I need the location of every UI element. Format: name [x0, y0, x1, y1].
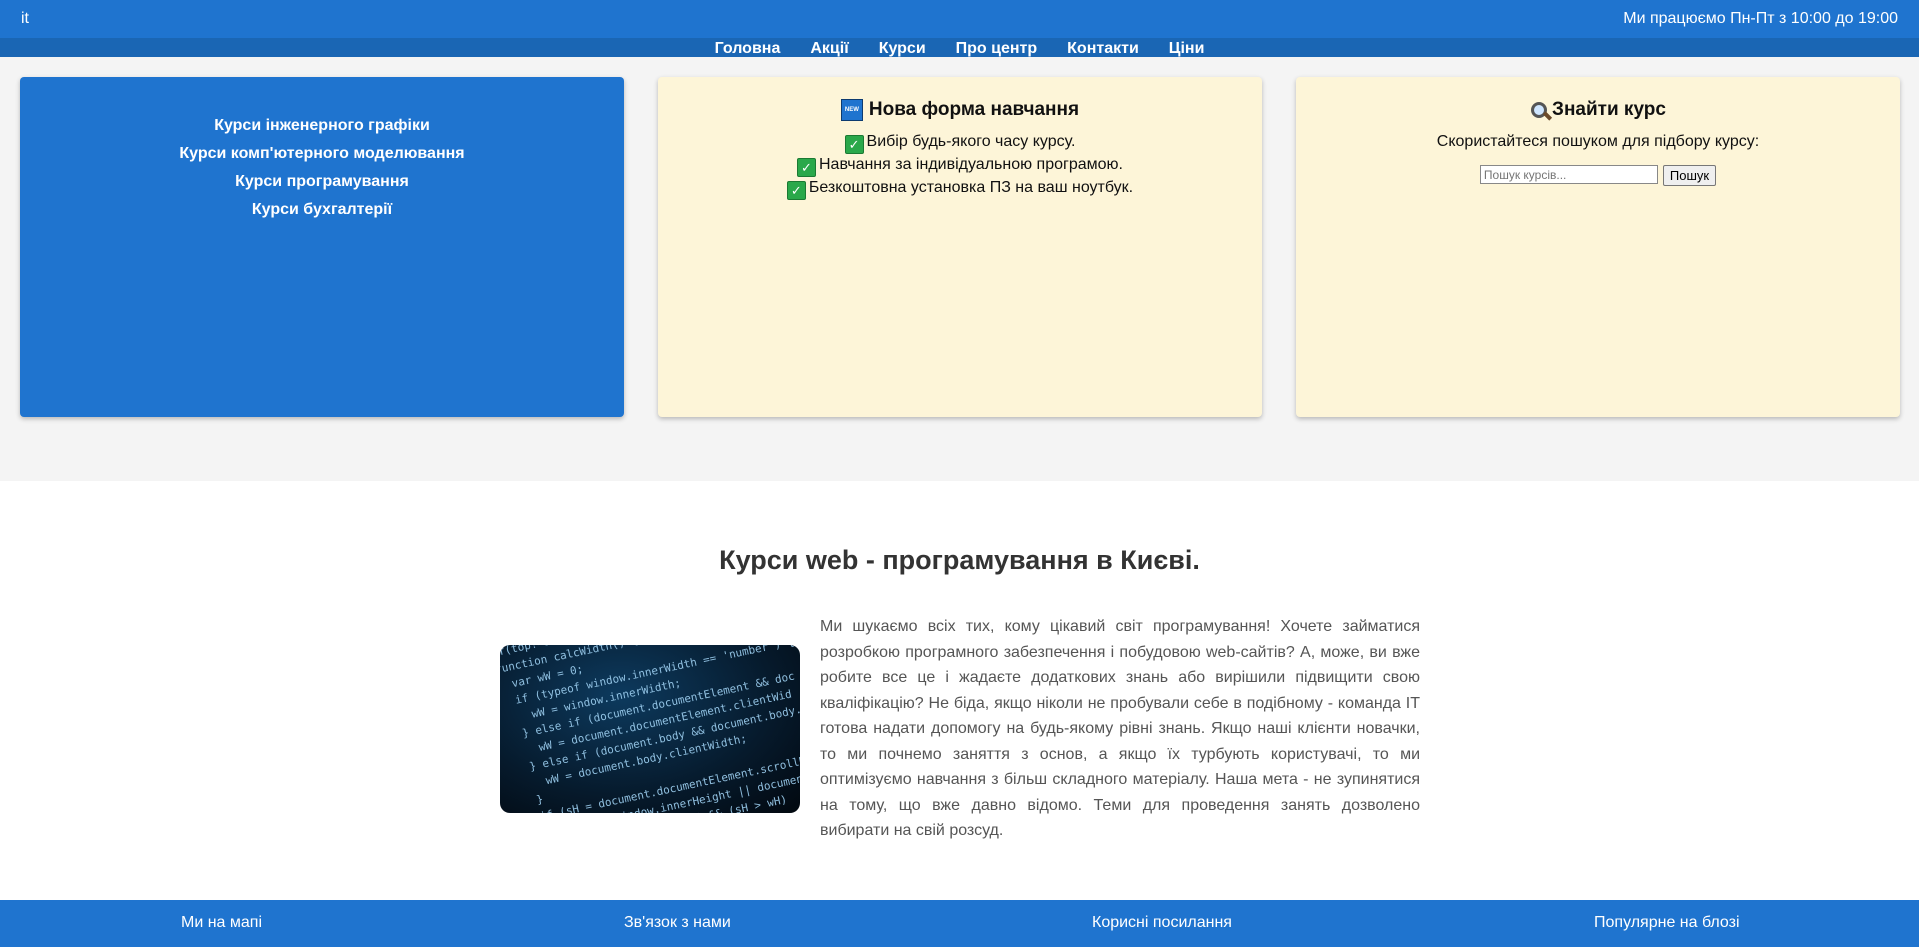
search-icon: [1530, 102, 1553, 121]
course-link-programming[interactable]: Курси програмування: [20, 168, 624, 196]
search-form: Пошук: [1296, 165, 1900, 186]
course-link-computer-modeling[interactable]: Курси комп'ютерного моделювання: [20, 140, 624, 168]
course-link-accounting[interactable]: Курси бухгалтерії: [20, 196, 624, 224]
feature-item: ✓ Вибір будь-якого часу курсу.: [658, 131, 1262, 154]
course-list: Курси інженерного графіки Курси комп'юте…: [20, 112, 624, 224]
check-icon: ✓: [786, 181, 806, 200]
intro-paragraph: Ми шукаємо всіх тих, кому цікавий світ п…: [820, 618, 1420, 839]
search-panel-title: Знайти курс: [1296, 99, 1900, 121]
page-title: Курси web - програмування в Києві.: [719, 545, 1200, 575]
feature-item: ✓ Навчання за індивідуальною програмою.: [658, 154, 1262, 177]
site-logo[interactable]: it: [21, 10, 29, 28]
search-input[interactable]: [1479, 165, 1658, 184]
search-hint: Скористайтеся пошуком для підбору курсу:: [1436, 133, 1760, 150]
new-form-panel: NEW Нова форма навчання ✓ Вибір будь-яког…: [658, 77, 1262, 417]
footer-link-map[interactable]: Ми на мапі: [181, 914, 262, 932]
check-icon: ✓: [797, 158, 816, 177]
nav-courses[interactable]: Курси: [879, 39, 926, 57]
new-form-title-text: Нова форма навчання: [868, 99, 1080, 120]
new-form-title: NEW Нова форма навчання: [658, 99, 1262, 121]
course-link-engineering-graphics[interactable]: Курси інженерного графіки: [20, 112, 624, 140]
nav-contacts[interactable]: Контакти: [1067, 39, 1139, 57]
search-panel-title-text: Знайти курс: [1552, 99, 1666, 120]
main-navigation: Головна Акції Курси Про центр Контакти Ц…: [0, 38, 1919, 57]
feature-item: ✓ Безкоштовна установка ПЗ на ваш ноутбук…: [658, 177, 1262, 200]
footer-link-useful[interactable]: Корисні посилання: [1092, 914, 1232, 932]
working-hours: Ми працюємо Пн-Пт з 10:00 до 19:00: [1623, 10, 1898, 27]
feature-text: Безкоштовна установка ПЗ на ваш ноутбук.: [808, 179, 1134, 196]
nav-home[interactable]: Головна: [715, 39, 781, 57]
top-bar: it Ми працюємо Пн-Пт з 10:00 до 19:00: [0, 0, 1919, 38]
nav-promotions[interactable]: Акції: [810, 39, 848, 57]
code-snippet: if(top!=self function calcWidth() { var …: [500, 645, 800, 813]
search-panel: Знайти курс Скористайтеся пошуком для пі…: [1296, 77, 1900, 417]
nav-prices[interactable]: Ціни: [1169, 39, 1205, 57]
courses-panel: Курси інженерного графіки Курси комп'юте…: [20, 77, 624, 417]
feature-text: Навчання за індивідуальною програмою.: [819, 156, 1123, 173]
footer-link-contact[interactable]: Зв'язок з нами: [624, 914, 731, 932]
feature-text: Вибір будь-якого часу курсу.: [866, 133, 1076, 150]
search-button[interactable]: Пошук: [1662, 165, 1717, 186]
new-icon: NEW: [840, 99, 863, 121]
footer: Ми на мапі Зв'язок з нами Корисні посила…: [0, 900, 1919, 947]
footer-link-blog[interactable]: Популярне на блозі: [1594, 914, 1740, 932]
check-icon: ✓: [844, 135, 864, 154]
code-image: if(top!=self function calcWidth() { var …: [500, 645, 800, 813]
main-content: Курси web - програмування в Києві. if(to…: [0, 481, 1919, 900]
feature-list: ✓ Вибір будь-якого часу курсу. ✓ Навчання …: [658, 131, 1262, 200]
nav-about[interactable]: Про центр: [956, 39, 1038, 57]
